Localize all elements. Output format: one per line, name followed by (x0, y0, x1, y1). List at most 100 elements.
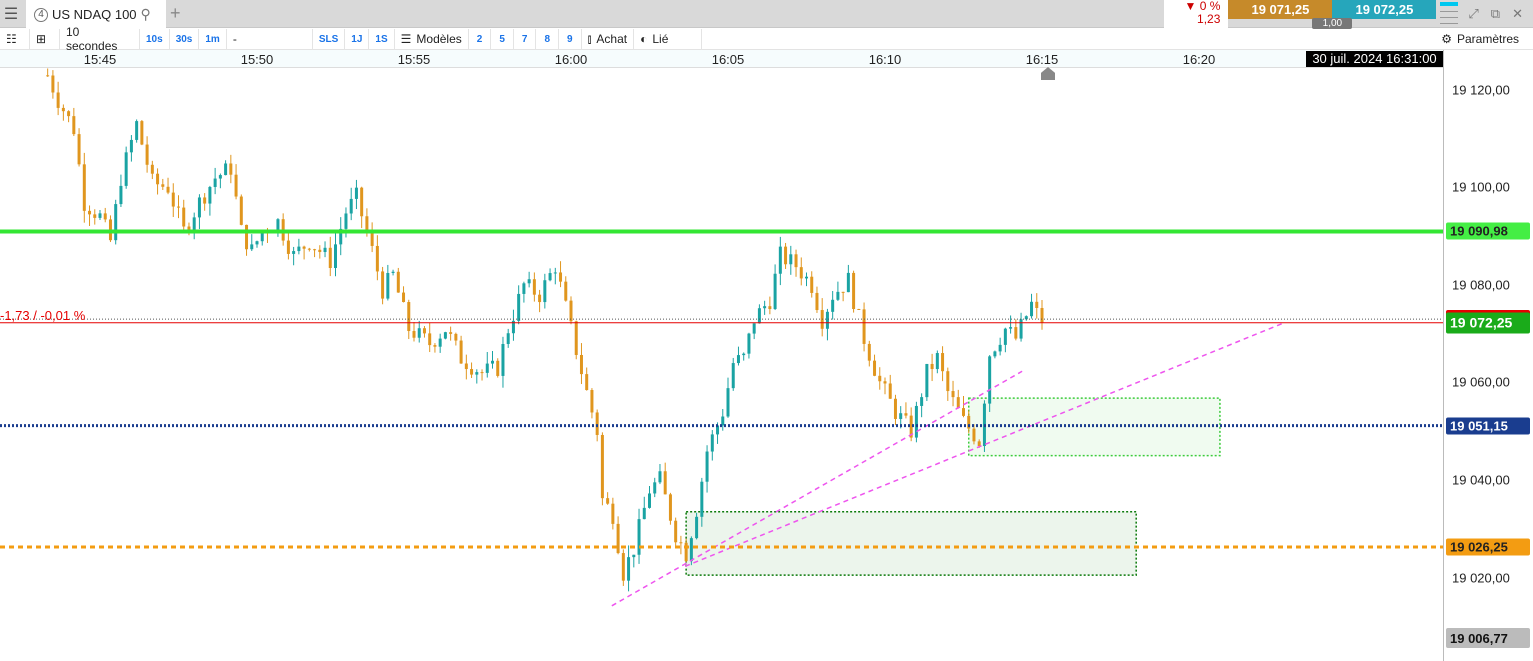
candle-body (402, 292, 406, 303)
ask-price-button[interactable]: 19 072,25 (1332, 0, 1437, 19)
candle-body (585, 374, 589, 391)
candle-body (789, 254, 793, 265)
candle-body (67, 111, 71, 117)
candle-body (72, 116, 76, 135)
last-price-label: 19 072,25 (1446, 312, 1530, 334)
candle-body (318, 249, 322, 253)
search-icon[interactable]: ⚲ (141, 6, 151, 23)
candle-body (229, 163, 233, 175)
list-icon[interactable]: ☷ (0, 28, 30, 50)
candle-body (412, 331, 416, 338)
candle-body (632, 554, 636, 558)
candle-body (51, 75, 55, 93)
bid-price-button[interactable]: 19 071,25 (1228, 0, 1333, 19)
interval-10s[interactable]: 10s (140, 28, 170, 50)
candle-body (302, 246, 306, 249)
candle-body (124, 152, 128, 186)
horizontal-line-price-label: 19 090,98 (1446, 222, 1530, 240)
candle-body (506, 333, 510, 344)
candle-body (370, 231, 374, 246)
settings-button[interactable]: ⚙ Paramètres (1441, 32, 1533, 46)
layout-icon[interactable]: ⊞ (30, 28, 60, 50)
chart-area[interactable]: -1,73 / -0,01 % (0, 68, 1443, 657)
linked-button[interactable]: ◐ Lié (634, 28, 703, 50)
candle-body (459, 340, 463, 364)
candle-body (710, 434, 714, 452)
candle-body (470, 369, 474, 375)
models-button[interactable]: ☰ Modèles (395, 28, 469, 50)
candle-body (527, 279, 531, 284)
candle-body (684, 542, 688, 562)
candle-body (98, 213, 102, 218)
candle-body (736, 355, 740, 364)
candle-body (564, 281, 568, 301)
period-1j[interactable]: 1J (345, 28, 370, 50)
variation-label: -1,73 / -0,01 % (0, 308, 86, 323)
link-icon: ◐ (640, 32, 648, 46)
candle-body (763, 306, 767, 309)
candle-body (972, 428, 976, 442)
period-1s[interactable]: 1S (369, 28, 395, 50)
candle-body (360, 187, 364, 217)
candle-body (156, 173, 160, 185)
time-label: 16:10 (868, 52, 902, 67)
candle-body (600, 434, 604, 499)
period-sls[interactable]: SLS (313, 28, 346, 50)
candle-body (935, 353, 939, 370)
preset-5[interactable]: 5 (491, 28, 514, 50)
candle-body (391, 271, 395, 273)
candle-body (658, 471, 662, 483)
gear-icon: ⚙ (1441, 32, 1452, 46)
candle-body (496, 360, 500, 376)
time-axis[interactable]: 15:45 15:50 15:55 16:00 16:05 16:10 16:15 16:20 (0, 50, 1443, 68)
preset-8[interactable]: 8 (536, 28, 560, 50)
candle-body (538, 294, 542, 303)
candle-body (182, 207, 186, 227)
candle-body (648, 493, 651, 508)
candle-body (1019, 319, 1023, 339)
candle-body (307, 248, 311, 250)
candle-body (726, 388, 730, 417)
candle-body (150, 164, 154, 174)
candle-body (417, 328, 421, 338)
interval-1m[interactable]: 1m (199, 28, 227, 50)
candle-body (810, 276, 814, 293)
change-absolute: 1,23 (1197, 12, 1221, 26)
preset-9[interactable]: 9 (559, 28, 582, 50)
interval-selector[interactable]: 10 secondes (60, 25, 140, 53)
candle-body (825, 311, 829, 329)
preset-7[interactable]: 7 (514, 28, 537, 50)
candle-body (161, 184, 165, 187)
candle-body (784, 246, 788, 265)
candle-body (799, 267, 803, 279)
close-icon[interactable]: ✕ (1512, 6, 1523, 22)
cursor-time-label: 30 juil. 2024 16:31:00 (1306, 51, 1443, 67)
plus-icon[interactable]: + (170, 3, 181, 24)
candle-body (354, 187, 358, 199)
candle-body (349, 198, 353, 214)
period-dash[interactable]: - (227, 28, 313, 50)
candle-body (883, 381, 887, 384)
candle-body (1035, 301, 1039, 308)
grip-icon[interactable] (1440, 2, 1459, 28)
candle-body (606, 498, 610, 504)
hamburger-icon[interactable]: ☰ (0, 0, 22, 28)
time-label: 15:55 (397, 52, 431, 67)
buy-button[interactable]: ⫾ Achat (582, 28, 635, 50)
popout-icon[interactable]: ⧉ (1491, 6, 1500, 22)
candle-body (443, 332, 447, 339)
preset-2[interactable]: 2 (469, 28, 492, 50)
candle-body (475, 372, 479, 375)
price-axis[interactable]: 19 090,98 19 051,15 19 026,25 19 072,25 19 1… (1443, 50, 1533, 661)
expand-icon[interactable]: ⤢ (1468, 6, 1478, 22)
interval-30s[interactable]: 30s (170, 28, 200, 50)
candle-body (501, 343, 505, 376)
candle-body (61, 107, 65, 112)
candle-body (375, 245, 379, 272)
candle-body (140, 121, 144, 145)
candle-body (925, 363, 929, 398)
candle-body (993, 351, 997, 357)
candle-body (653, 482, 657, 494)
candle-body (77, 134, 81, 165)
candle-body (841, 291, 845, 293)
